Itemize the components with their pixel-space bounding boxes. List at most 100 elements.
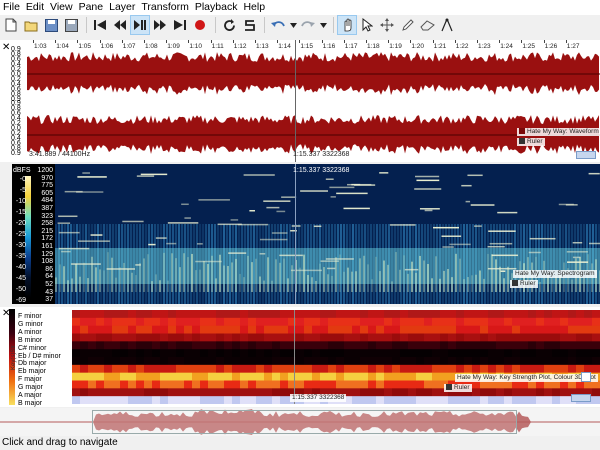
menu-playback[interactable]: Playback: [192, 0, 241, 15]
ruler-tick-label: 1:12: [233, 43, 247, 50]
ruler-tick-label: 1:08: [145, 43, 158, 50]
ruler-layer-label[interactable]: Ruler: [517, 138, 545, 146]
ruler-layer-label[interactable]: Ruler: [444, 384, 472, 392]
db-scale-label: -45: [15, 275, 26, 282]
open-folder-icon[interactable]: [22, 16, 40, 34]
db-scale-label: -35: [15, 253, 26, 260]
menu-layer[interactable]: Layer: [106, 0, 138, 15]
move-icon[interactable]: [378, 16, 396, 34]
solo-icon[interactable]: [240, 16, 258, 34]
key-strength-layer-label[interactable]: Hate My Way: Key Strength Plot, Colour 3…: [455, 374, 598, 382]
menu-help[interactable]: Help: [240, 0, 268, 15]
playback-cursor-line: [295, 40, 296, 162]
rewind-icon[interactable]: [111, 16, 129, 34]
playback-cursor-line: [295, 164, 296, 304]
measure-icon[interactable]: [438, 16, 456, 34]
db-unit-label: dBFS: [13, 167, 31, 174]
ruler-tick-label: 1:11: [211, 43, 224, 50]
overview-view-region[interactable]: [92, 410, 517, 434]
amplitude-scale-label: 0.9: [11, 150, 21, 157]
db-scale-label: -5: [19, 187, 26, 194]
key-name-label: A minor: [18, 328, 42, 336]
menu-file[interactable]: File: [0, 0, 23, 15]
db-scale-label: -0: [19, 176, 26, 183]
loop-icon[interactable]: [220, 16, 238, 34]
fast-forward-icon[interactable]: [151, 16, 169, 34]
navigate-icon[interactable]: [337, 15, 357, 35]
db-scale-label: -10: [15, 198, 26, 205]
toolbar-separator: [86, 17, 87, 33]
layer-colour-swatch: [519, 128, 525, 135]
ruler-tick-label: 1:18: [367, 43, 380, 50]
undo-dropdown-icon[interactable]: [289, 16, 297, 34]
waveform-layer-label[interactable]: Hate My Way: Waveform: [517, 128, 600, 136]
db-scale-label: -69: [15, 297, 26, 304]
menu-transform[interactable]: Transform: [138, 0, 191, 15]
key-name-label: G minor: [18, 320, 43, 328]
ruler-tick-label: 1:22: [455, 43, 469, 50]
cursor-time-readout: 1:15.337 3322368: [293, 151, 350, 158]
toolbar-separator: [215, 17, 216, 33]
menu-pane[interactable]: Pane: [76, 0, 107, 15]
key-name-label: B major: [18, 399, 43, 407]
status-bar: Click and drag to navigate: [0, 436, 600, 450]
fast-forward-end-icon[interactable]: [171, 16, 189, 34]
zoom-thumbwheel[interactable]: [576, 151, 596, 159]
save-as-icon[interactable]: [62, 16, 80, 34]
layer-name: Hate My Way: Waveform: [527, 128, 599, 135]
ruler-tick-label: 1:04: [56, 43, 69, 50]
save-icon[interactable]: [42, 16, 60, 34]
waveform-view[interactable]: 1:03 1:04 1:05 1:06 1:07 1:08 1:09 1:10 1:11 1:12…: [27, 40, 600, 162]
key-name-label: F major: [18, 376, 42, 384]
ruler-tick-label: 1:10: [189, 43, 203, 50]
key-name-label: Eb major: [18, 368, 47, 376]
ruler-tick-label: 1:14: [278, 43, 291, 50]
draw-icon[interactable]: [398, 16, 416, 34]
erase-icon[interactable]: [418, 16, 436, 34]
rewind-start-icon[interactable]: [91, 16, 109, 34]
key-strength-svg: [72, 310, 600, 404]
undo-icon[interactable]: [269, 16, 287, 34]
ruler-tick-label: 1:16: [322, 43, 336, 50]
ruler-tick-label: 1:17: [344, 43, 358, 50]
waveform-svg: [27, 52, 600, 155]
record-icon[interactable]: [191, 16, 209, 34]
ruler-tick-label: 1:07: [122, 43, 136, 50]
new-file-icon[interactable]: [2, 16, 20, 34]
toolbar: [0, 15, 600, 35]
layer-colour-swatch: [446, 384, 452, 391]
key-strength-pane[interactable]: ✕ Key(s)Str F minor G minor A minor B minor…: [0, 307, 600, 407]
close-pane-icon[interactable]: ✕: [2, 43, 10, 53]
db-scale-label: -30: [15, 242, 26, 249]
layer-name: Hate My Way: Spectrogram: [515, 270, 595, 277]
key-name-label: G major: [18, 384, 43, 392]
ruler-tick-label: 1:19: [389, 43, 402, 50]
ruler-tick-label: 1:24: [500, 43, 513, 50]
sonic-visualiser-window: File Edit View Pane Layer Transform Play…: [0, 0, 600, 450]
redo-dropdown-icon[interactable]: [319, 16, 327, 34]
waveform-pane[interactable]: ✕ 0.9 0.8 0.6 0.4 0.2 0.0 0.2 0.4 0.6 0.8 0.9 0.9 0.…: [0, 40, 600, 162]
play-pause-icon[interactable]: [130, 15, 150, 35]
key-name-label: Db major: [18, 360, 47, 368]
key-name-label: Eb / D# minor: [18, 352, 61, 360]
ruler-tick-label: 1:03: [34, 43, 47, 50]
spectrogram-layer-label[interactable]: Hate My Way: Spectrogram: [513, 270, 597, 278]
key-strength-side-label: Key(s)Str: [11, 344, 17, 370]
ruler-layer-label[interactable]: Ruler: [510, 280, 538, 288]
ruler-tick-label: 1:05: [78, 43, 92, 50]
key-strength-view[interactable]: 1:15.337 3322368 Hate My Way: Key Streng…: [72, 310, 600, 404]
key-name-label: B minor: [18, 336, 43, 344]
overview-pane[interactable]: [0, 408, 600, 436]
spectrogram-view[interactable]: 1:15.337 3322368 Hate My Way: Spectrogra…: [55, 164, 600, 304]
select-icon[interactable]: [358, 16, 376, 34]
menu-view[interactable]: View: [47, 0, 76, 15]
db-scale-label: -20: [15, 220, 26, 227]
zoom-in-button[interactable]: [581, 372, 591, 382]
menu-edit[interactable]: Edit: [23, 0, 47, 15]
zoom-thumbwheel[interactable]: [571, 394, 591, 402]
layer-name: Ruler: [527, 138, 543, 145]
layer-name: Hate My Way: Key Strength Plot, Colour 3…: [457, 374, 596, 381]
redo-icon[interactable]: [299, 16, 317, 34]
spectrogram-pane[interactable]: ✕ dBFS -0-5-10-15-20-25-30-35-40-45-50-6…: [0, 164, 600, 304]
frequency-scale-label: 37: [45, 296, 53, 304]
